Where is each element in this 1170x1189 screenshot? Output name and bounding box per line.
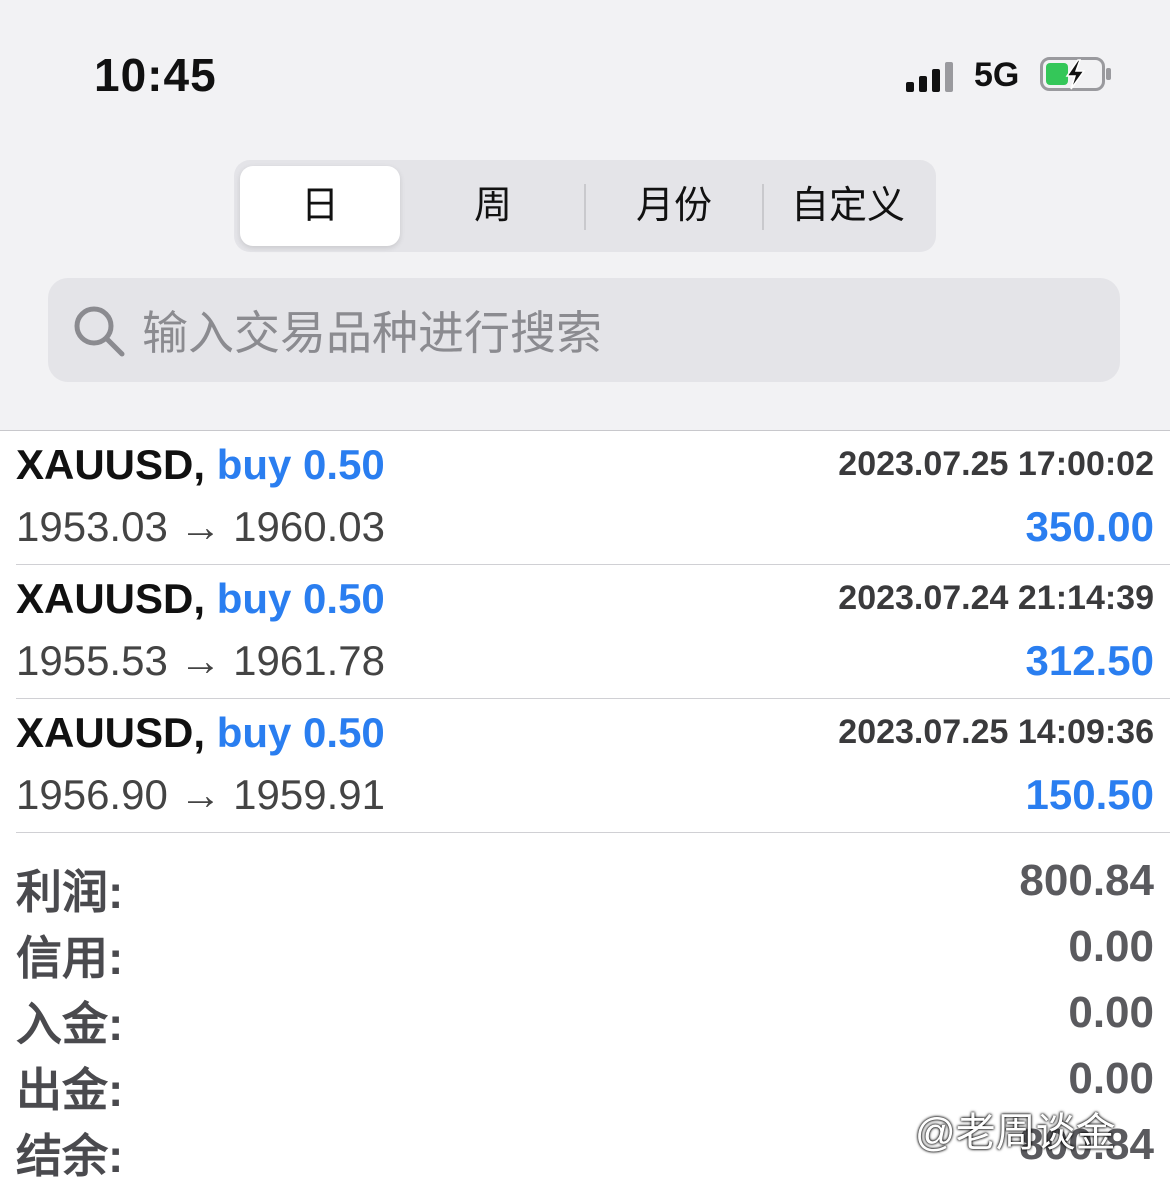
summary-label: 出金: <box>16 1064 124 1116</box>
status-time: 10:45 <box>94 49 217 101</box>
trade-profit: 312.50 <box>1025 637 1154 684</box>
tab-week[interactable]: 周 <box>406 166 580 246</box>
trade-symbol: XAUUSD, buy 0.50 <box>16 441 385 489</box>
period-segmented-control: 日 周 月份 自定义 <box>234 160 936 252</box>
trade-time: 2023.07.25 14:09:36 <box>838 713 1154 751</box>
trade-profit: 350.00 <box>1025 503 1154 550</box>
watermark: @老周谈金 <box>915 1111 1116 1155</box>
symbol-name: XAUUSD, <box>16 575 206 622</box>
tab-custom[interactable]: 自定义 <box>766 166 930 246</box>
summary-deposit: 入金: 0.00 <box>0 988 1170 1054</box>
trade-symbol: XAUUSD, buy 0.50 <box>16 709 385 757</box>
search-input[interactable] <box>140 292 1044 374</box>
summary-profit: 利润: 800.84 <box>0 856 1170 922</box>
symbol-name: XAUUSD, <box>16 441 206 488</box>
row-divider <box>16 832 1170 833</box>
battery-charging-icon <box>1040 57 1111 91</box>
summary-credit: 信用: 0.00 <box>0 922 1170 988</box>
trade-profit: 150.50 <box>1025 771 1154 818</box>
trade-prices: 1956.90 → 1959.91 <box>16 771 385 818</box>
trade-time: 2023.07.25 17:00:02 <box>838 445 1154 483</box>
trade-row[interactable]: XAUUSD, buy 0.50 2023.07.25 17:00:02 195… <box>0 431 1170 565</box>
trade-symbol: XAUUSD, buy 0.50 <box>16 575 385 623</box>
network-type: 5G <box>974 56 1020 94</box>
summary-value: 800.84 <box>1019 856 1154 905</box>
tab-divider <box>584 184 586 230</box>
summary-value: 0.00 <box>1068 988 1154 1037</box>
signal-strength-icon <box>906 56 956 92</box>
tab-day[interactable]: 日 <box>240 166 400 246</box>
tab-divider <box>762 184 764 230</box>
search-icon <box>74 306 125 357</box>
trade-side: buy 0.50 <box>216 575 385 622</box>
summary-label: 信用: <box>16 932 124 984</box>
trade-row[interactable]: XAUUSD, buy 0.50 2023.07.24 21:14:39 195… <box>0 565 1170 699</box>
trade-prices: 1955.53 → 1961.78 <box>16 637 385 684</box>
symbol-name: XAUUSD, <box>16 709 206 756</box>
trade-prices: 1953.03 → 1960.03 <box>16 503 385 550</box>
summary-value: 0.00 <box>1068 1054 1154 1103</box>
trade-side: buy 0.50 <box>216 709 385 756</box>
trade-row[interactable]: XAUUSD, buy 0.50 2023.07.25 14:09:36 195… <box>0 699 1170 833</box>
summary-value: 0.00 <box>1068 922 1154 971</box>
summary-label: 结余: <box>16 1130 124 1182</box>
trade-side: buy 0.50 <box>216 441 385 488</box>
tab-month[interactable]: 月份 <box>588 166 760 246</box>
summary-label: 入金: <box>16 998 124 1050</box>
trade-time: 2023.07.24 21:14:39 <box>838 579 1154 617</box>
summary-label: 利润: <box>16 866 124 918</box>
